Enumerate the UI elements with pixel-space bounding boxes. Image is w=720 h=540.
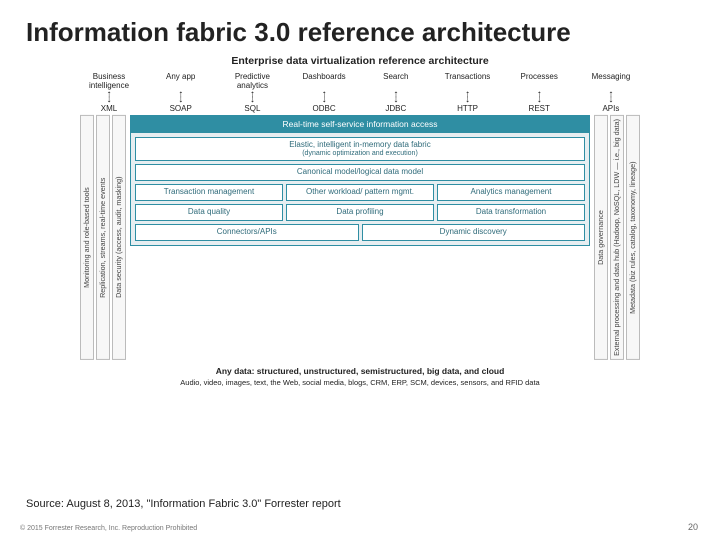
protocol-label: JDBC bbox=[367, 104, 425, 113]
protocol-label: REST bbox=[510, 104, 568, 113]
slide: Information fabric 3.0 reference archite… bbox=[0, 0, 720, 540]
page-number: 20 bbox=[688, 522, 698, 532]
protocol-label: SOAP bbox=[152, 104, 210, 113]
consumer-label: Messaging bbox=[582, 73, 640, 90]
diagram-heading: Enterprise data virtualization reference… bbox=[80, 55, 640, 67]
core-box: Real-time self-service information acces… bbox=[130, 115, 590, 360]
vstrip-governance: Data governance bbox=[594, 115, 608, 360]
vstrip-security: Data security (access, audit, masking) bbox=[112, 115, 126, 360]
connector-row: Connectors/APIs Dynamic discovery bbox=[135, 224, 585, 241]
consumer-label: Search bbox=[367, 73, 425, 90]
quality-row: Data quality Data profiling Data transfo… bbox=[135, 204, 585, 221]
consumer-label: Transactions bbox=[439, 73, 497, 90]
consumer-label: Processes bbox=[510, 73, 568, 90]
vstrip-replication: Replication, streams, real-time events bbox=[96, 115, 110, 360]
diagram: Enterprise data virtualization reference… bbox=[80, 55, 640, 387]
bidir-arrow-icon: ↑↓ bbox=[223, 92, 281, 103]
consumer-label: Predictive analytics bbox=[223, 73, 281, 90]
vstrip-monitoring: Monitoring and role-based tools bbox=[80, 115, 94, 360]
right-strips: Data governance External processing and … bbox=[594, 115, 640, 360]
vstrip-external-processing: External processing and data hub (Hadoop… bbox=[610, 115, 624, 360]
page-title: Information fabric 3.0 reference archite… bbox=[26, 18, 694, 47]
connector-box: Connectors/APIs bbox=[135, 224, 359, 241]
arrow-row: ↑↓ ↑↓ ↑↓ ↑↓ ↑↓ ↑↓ ↑↓ ↑↓ bbox=[80, 92, 640, 103]
elastic-label: Elastic, intelligent in-memory data fabr… bbox=[139, 141, 581, 150]
consumer-label: Any app bbox=[152, 73, 210, 90]
protocol-label: HTTP bbox=[439, 104, 497, 113]
mgmt-box: Other workload/ pattern mgmt. bbox=[286, 184, 434, 201]
protocol-label: SQL bbox=[223, 104, 281, 113]
core-body: Elastic, intelligent in-memory data fabr… bbox=[130, 133, 590, 246]
consumer-label: Business intelligence bbox=[80, 73, 138, 90]
protocols-row: XML SOAP SQL ODBC JDBC HTTP REST APIs bbox=[80, 104, 640, 113]
mgmt-box: Analytics management bbox=[437, 184, 585, 201]
bidir-arrow-icon: ↑↓ bbox=[582, 92, 640, 103]
bidir-arrow-icon: ↑↓ bbox=[80, 92, 138, 103]
quality-box: Data quality bbox=[135, 204, 283, 221]
bidir-arrow-icon: ↑↓ bbox=[367, 92, 425, 103]
consumer-label: Dashboards bbox=[295, 73, 353, 90]
source-citation: Source: August 8, 2013, "Information Fab… bbox=[26, 498, 341, 510]
copyright-footer: © 2015 Forrester Research, Inc. Reproduc… bbox=[20, 525, 197, 532]
anydata-title: Any data: structured, unstructured, semi… bbox=[80, 366, 640, 376]
connector-box: Dynamic discovery bbox=[362, 224, 586, 241]
diagram-container: Enterprise data virtualization reference… bbox=[26, 55, 694, 387]
protocol-label: XML bbox=[80, 104, 138, 113]
core-flex: Monitoring and role-based tools Replicat… bbox=[80, 115, 640, 360]
protocol-label: APIs bbox=[582, 104, 640, 113]
elastic-sub: (dynamic optimization and execution) bbox=[139, 150, 581, 158]
consumers-row: Business intelligence Any app Predictive… bbox=[80, 73, 640, 90]
bidir-arrow-icon: ↑↓ bbox=[510, 92, 568, 103]
vstrip-metadata: Metadata (biz rules, catalog, taxonomy, … bbox=[626, 115, 640, 360]
elastic-box: Elastic, intelligent in-memory data fabr… bbox=[135, 137, 585, 161]
mgmt-row: Transaction management Other workload/ p… bbox=[135, 184, 585, 201]
quality-box: Data profiling bbox=[286, 204, 434, 221]
anydata-sub: Audio, video, images, text, the Web, soc… bbox=[80, 378, 640, 387]
bidir-arrow-icon: ↑↓ bbox=[439, 92, 497, 103]
left-strips: Monitoring and role-based tools Replicat… bbox=[80, 115, 126, 360]
bidir-arrow-icon: ↑↓ bbox=[152, 92, 210, 103]
core-header: Real-time self-service information acces… bbox=[130, 115, 590, 133]
bidir-arrow-icon: ↑↓ bbox=[295, 92, 353, 103]
protocol-label: ODBC bbox=[295, 104, 353, 113]
mgmt-box: Transaction management bbox=[135, 184, 283, 201]
canonical-box: Canonical model/logical data model bbox=[135, 164, 585, 181]
quality-box: Data transformation bbox=[437, 204, 585, 221]
